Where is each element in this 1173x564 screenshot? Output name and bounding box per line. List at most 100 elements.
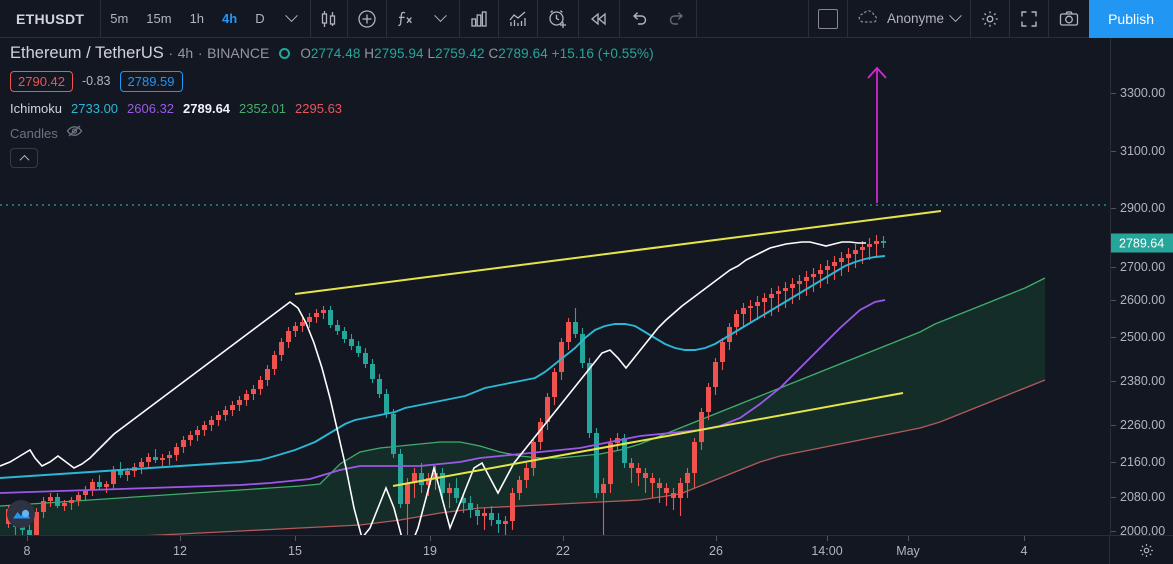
time-tick bbox=[908, 536, 909, 541]
price-tick bbox=[1111, 531, 1116, 532]
title-separator: · bbox=[197, 44, 203, 61]
ask-price-badge[interactable]: 2789.59 bbox=[119, 70, 183, 92]
open-value: 2774.48 bbox=[310, 45, 361, 61]
spread-value: -0.83 bbox=[82, 74, 111, 88]
history-group bbox=[620, 0, 696, 38]
timeframe-D[interactable]: D bbox=[246, 0, 273, 38]
price-tick bbox=[1111, 267, 1116, 268]
square-layout-icon[interactable] bbox=[809, 0, 847, 38]
timeframe-15m[interactable]: 15m bbox=[137, 0, 180, 38]
legend-title-row: Ethereum / TetherUS · 4h · BINANCE O2774… bbox=[10, 42, 654, 64]
price-tick bbox=[1111, 425, 1116, 426]
ohlc-values: O2774.48 H2795.94 L2759.42 C2789.64 +15.… bbox=[300, 46, 653, 61]
redo-arrow-icon[interactable] bbox=[658, 0, 696, 38]
rewind-icon[interactable] bbox=[579, 0, 619, 38]
candlestick-icon[interactable] bbox=[311, 0, 347, 38]
price-tick bbox=[1111, 93, 1116, 94]
time-tick-label: 4 bbox=[1020, 544, 1028, 558]
plus-circle-icon[interactable] bbox=[348, 0, 386, 38]
toolbar-divider bbox=[695, 0, 697, 38]
close-value: 2789.64 bbox=[498, 45, 548, 61]
interval-label: 4h bbox=[177, 44, 194, 61]
legend-indicator-row[interactable]: Ichimoku 2733.00 2606.32 2789.64 2352.01… bbox=[10, 99, 654, 117]
price-tick-label: 2080.00 bbox=[1120, 490, 1166, 504]
gear-icon[interactable] bbox=[971, 0, 1009, 38]
time-tick bbox=[716, 536, 717, 541]
legend-series-row[interactable]: Candles bbox=[10, 124, 654, 142]
price-tick bbox=[1111, 337, 1116, 338]
time-tick bbox=[827, 536, 828, 541]
price-tick-label: 2260.00 bbox=[1120, 418, 1166, 432]
ichimoku-cloud bbox=[0, 278, 1045, 535]
time-tick-label: 12 bbox=[173, 544, 187, 558]
price-tick-label: 2380.00 bbox=[1120, 374, 1166, 388]
exchange-label: BINANCE bbox=[207, 44, 270, 61]
time-tick bbox=[563, 536, 564, 541]
user-menu-button[interactable]: Anonyme bbox=[848, 0, 970, 38]
publish-button[interactable]: Publish bbox=[1089, 0, 1173, 38]
price-tick bbox=[1111, 381, 1116, 382]
timeframe-4h[interactable]: 4h bbox=[213, 0, 246, 38]
legend-quote-row: 2790.42 -0.83 2789.59 bbox=[10, 70, 654, 92]
bar-chart-icon[interactable] bbox=[460, 0, 498, 38]
page-title[interactable]: Ethereum / TetherUS · 4h · BINANCE bbox=[10, 44, 269, 63]
time-tick bbox=[27, 536, 28, 541]
price-axis[interactable]: 3300.00 3100.00 2900.00 2700.00 2600.00 2500.… bbox=[1110, 38, 1173, 564]
instrument-name: Ethereum / TetherUS bbox=[10, 43, 164, 62]
timeframe-1h[interactable]: 1h bbox=[181, 0, 213, 38]
time-tick-label: 15 bbox=[288, 544, 302, 558]
price-tick-label: 2500.00 bbox=[1120, 330, 1166, 344]
price-tick bbox=[1111, 151, 1116, 152]
high-key: H bbox=[360, 45, 375, 61]
trading-chart-app: ETHUSDT 5m 15m 1h 4h D Anonyme Publish E… bbox=[0, 0, 1173, 564]
ichimoku-chikou-value: 2789.64 bbox=[183, 100, 231, 116]
tradingview-logo[interactable] bbox=[7, 500, 35, 528]
time-tick-label: 19 bbox=[423, 544, 437, 558]
price-tick-label: 2160.00 bbox=[1120, 455, 1166, 469]
timeframe-5m[interactable]: 5m bbox=[101, 0, 137, 38]
chevron-down-icon[interactable] bbox=[423, 0, 459, 38]
fullscreen-icon[interactable] bbox=[1010, 0, 1048, 38]
symbol-search-button[interactable]: ETHUSDT bbox=[0, 0, 100, 38]
fx-icon[interactable] bbox=[387, 0, 423, 38]
price-tick bbox=[1111, 462, 1116, 463]
price-tick-label: 2700.00 bbox=[1120, 260, 1166, 274]
price-tick-label: 2900.00 bbox=[1120, 201, 1166, 215]
close-key: C bbox=[484, 45, 499, 61]
chevron-down-icon[interactable] bbox=[274, 0, 310, 38]
change-pct: +15.16 (+0.55%) bbox=[551, 45, 654, 61]
alarm-clock-plus-icon[interactable] bbox=[538, 0, 578, 38]
channel-upper[interactable] bbox=[294, 210, 942, 295]
cloud-avatar-icon bbox=[858, 9, 880, 28]
ichimoku-senkou-a-value: 2352.01 bbox=[239, 100, 287, 116]
time-tick-label: 26 bbox=[709, 544, 723, 558]
gear-icon[interactable] bbox=[1138, 542, 1155, 564]
time-tick bbox=[430, 536, 431, 541]
ichimoku-kijun-value: 2606.32 bbox=[127, 100, 175, 116]
top-toolbar: ETHUSDT 5m 15m 1h 4h D Anonyme Publish bbox=[0, 0, 1173, 38]
price-tick bbox=[1111, 497, 1116, 498]
time-tick-label: 8 bbox=[23, 544, 31, 558]
low-value: 2759.42 bbox=[435, 45, 485, 61]
price-tick bbox=[1111, 300, 1116, 301]
current-price-badge[interactable]: 2789.64 bbox=[1111, 233, 1173, 253]
bid-price-badge[interactable]: 2790.42 bbox=[10, 70, 73, 92]
price-tick-label: 3300.00 bbox=[1120, 86, 1166, 100]
legend-collapse-button[interactable] bbox=[10, 148, 38, 168]
chevron-up-icon bbox=[19, 154, 29, 165]
time-tick bbox=[295, 536, 296, 541]
title-separator: · bbox=[168, 44, 174, 61]
chevron-down-icon bbox=[949, 9, 962, 23]
price-tick-label: 2600.00 bbox=[1120, 293, 1166, 307]
series-label: Candles bbox=[10, 125, 58, 141]
market-status-dot bbox=[279, 47, 291, 59]
camera-icon[interactable] bbox=[1049, 0, 1089, 38]
indicator-group bbox=[387, 0, 459, 38]
eye-off-icon[interactable] bbox=[66, 124, 83, 143]
time-axis[interactable]: 8 12 15 19 22 26 14:00 May 4 bbox=[0, 535, 1173, 564]
line-chart-icon[interactable] bbox=[499, 0, 537, 38]
up-arrow[interactable] bbox=[867, 66, 887, 203]
price-tick bbox=[1111, 208, 1116, 209]
undo-arrow-icon[interactable] bbox=[620, 0, 658, 38]
timeframe-group: 5m 15m 1h 4h D bbox=[101, 0, 309, 38]
